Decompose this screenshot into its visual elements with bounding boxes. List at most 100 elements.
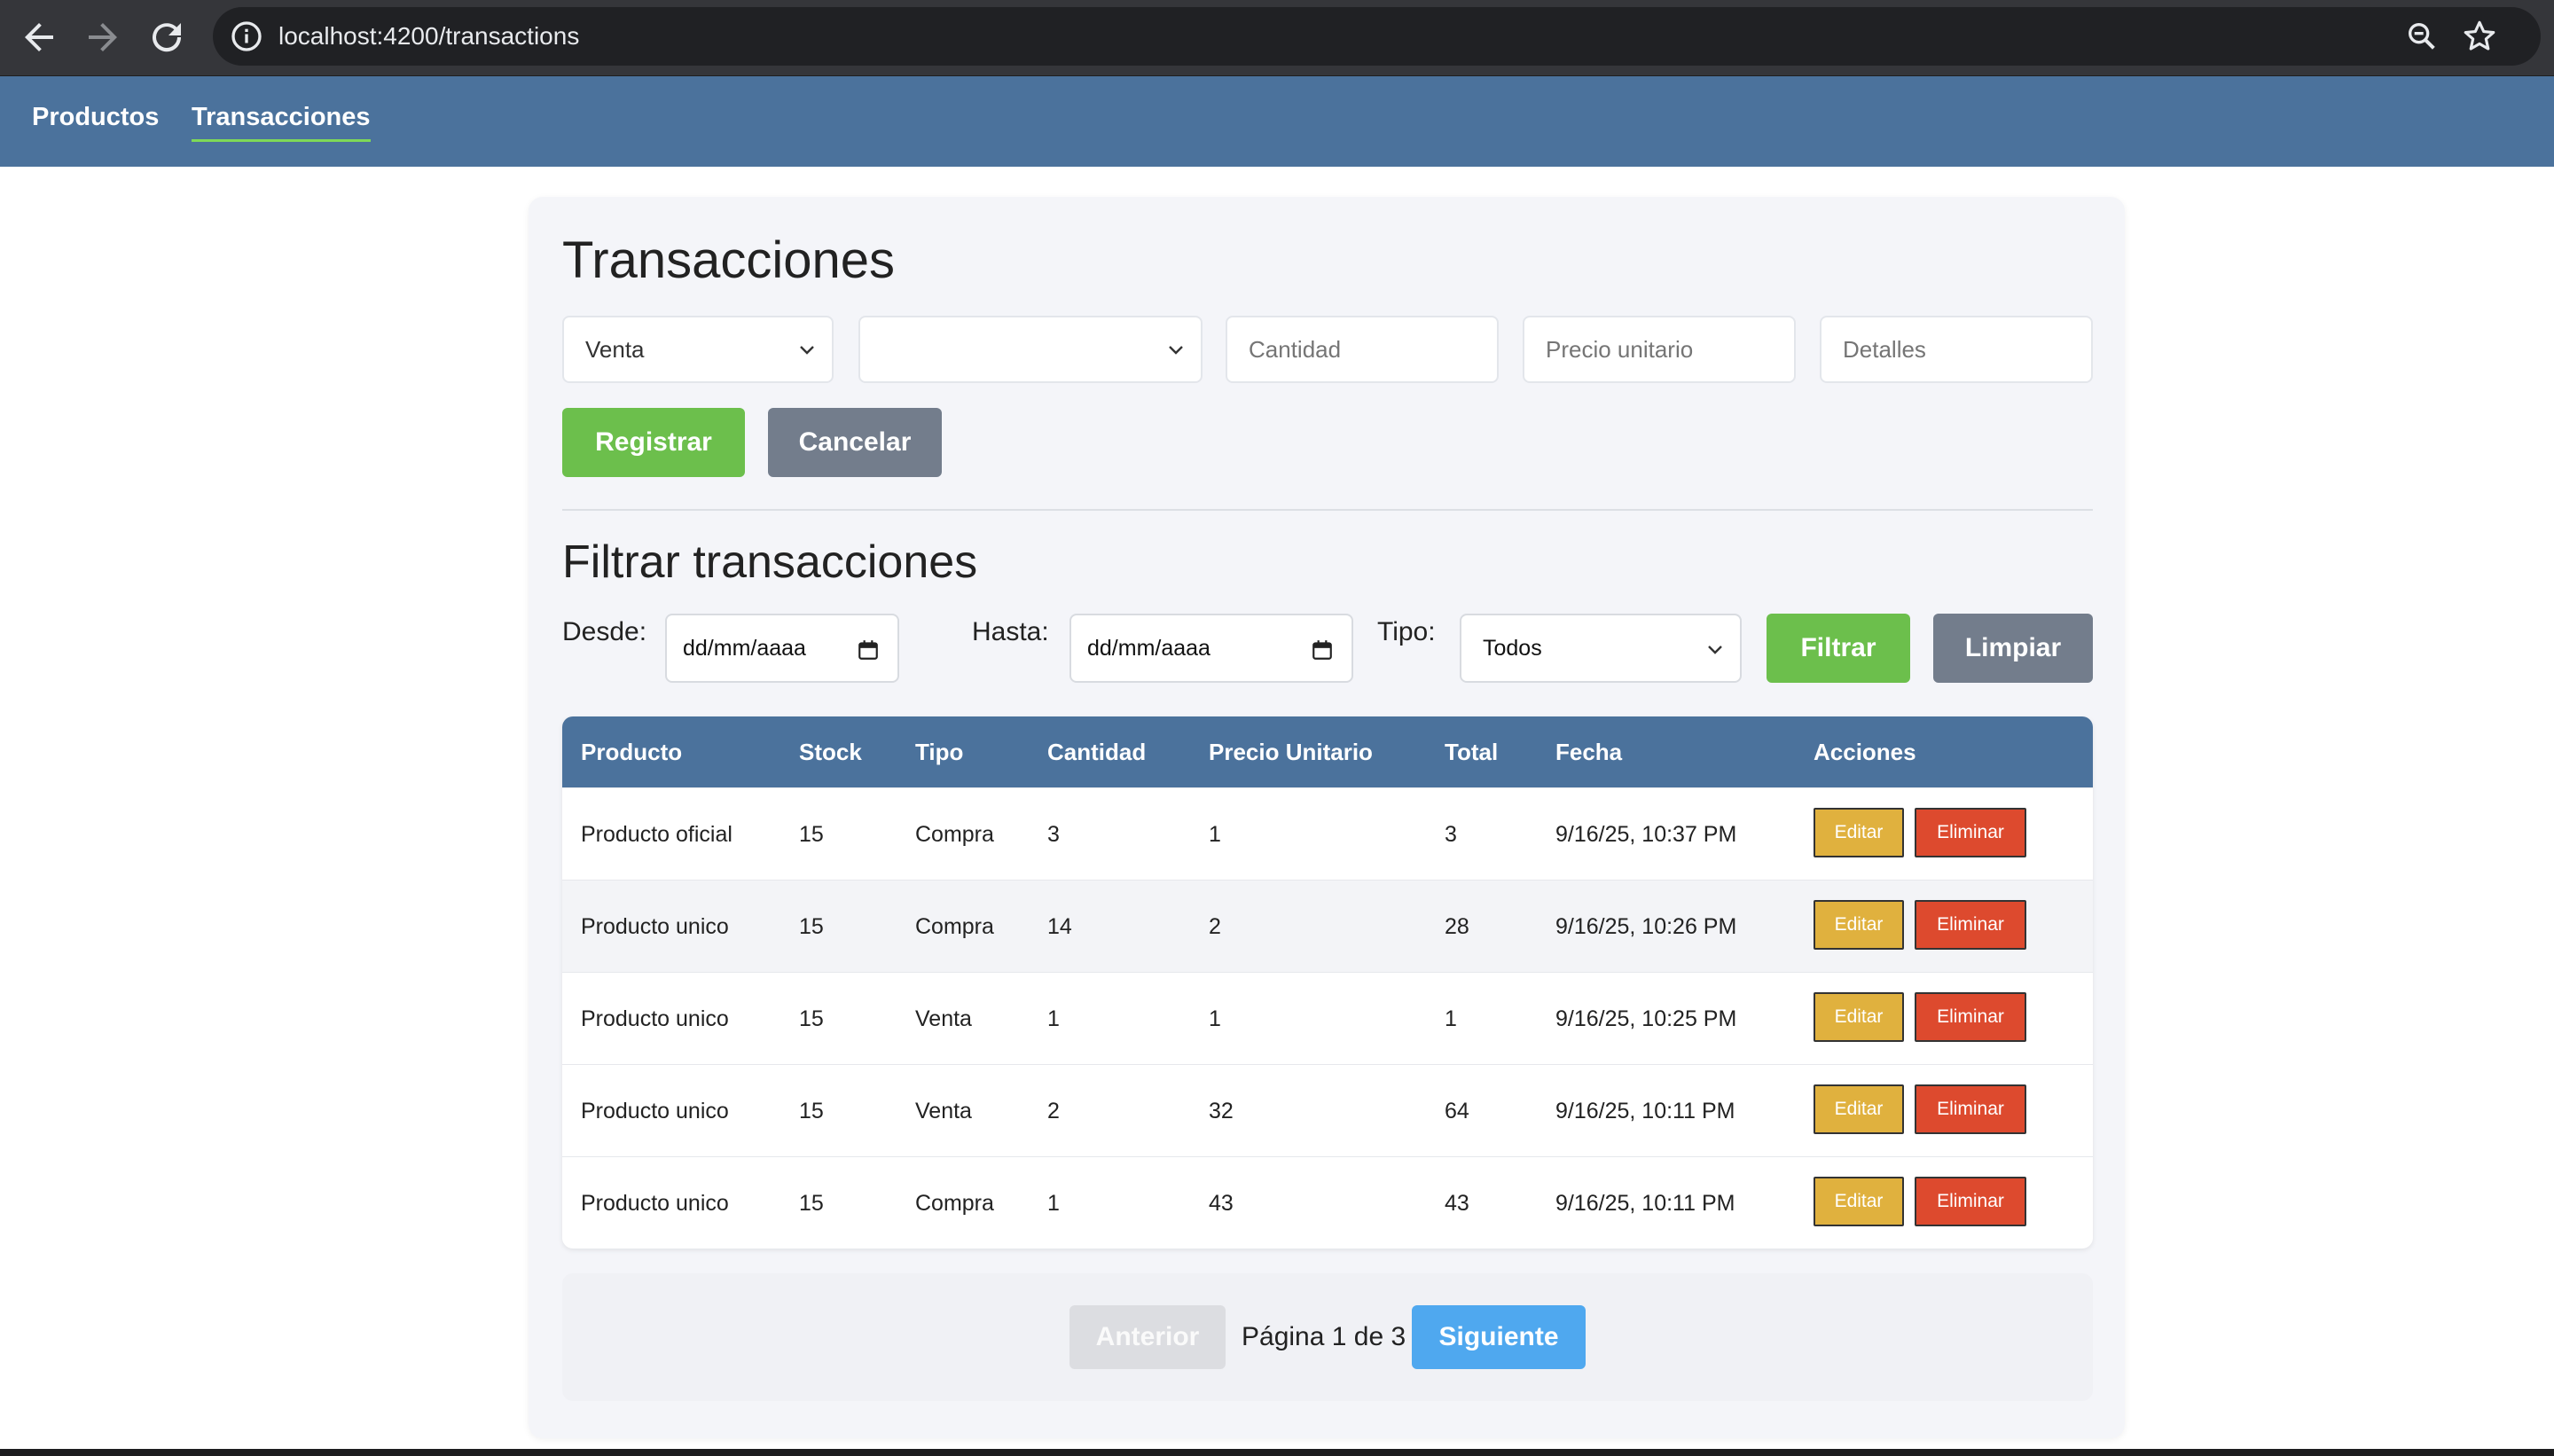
chevron-down-icon (800, 346, 814, 355)
window-bottom-edge (0, 1449, 2554, 1456)
table-row: Producto unico 15 Compra 14 2 28 9/16/25… (562, 880, 2093, 972)
transactions-table: Producto Stock Tipo Cantidad Precio Unit… (562, 716, 2093, 1249)
edit-button[interactable]: Editar (1814, 1177, 1904, 1226)
precio-unitario-input[interactable]: Precio unitario (1523, 316, 1796, 383)
header-cantidad: Cantidad (1047, 739, 1147, 765)
cell-producto: Producto unico (581, 1006, 729, 1031)
cell-fecha: 9/16/25, 10:25 PM (1555, 1006, 1737, 1031)
url-text[interactable]: localhost:4200/transactions (278, 7, 579, 66)
cantidad-input[interactable]: Cantidad (1226, 316, 1499, 383)
cell-precio: 1 (1209, 822, 1221, 847)
tipo-select-value: Venta (585, 336, 645, 363)
cell-total: 3 (1445, 822, 1457, 847)
cell-cantidad: 14 (1047, 914, 1072, 939)
cell-stock: 15 (799, 914, 824, 939)
table-row: Producto unico 15 Venta 2 32 64 9/16/25,… (562, 1064, 2093, 1156)
delete-button[interactable]: Eliminar (1915, 1084, 2026, 1134)
table-row: Producto unico 15 Compra 1 43 43 9/16/25… (562, 1156, 2093, 1249)
address-bar[interactable]: localhost:4200/transactions (213, 7, 2541, 66)
siguiente-button[interactable]: Siguiente (1412, 1305, 1586, 1369)
reload-icon (153, 23, 182, 52)
pagination: Anterior Página 1 de 3 Siguiente (562, 1273, 2093, 1401)
cell-tipo: Venta (915, 1099, 972, 1123)
table-row: Producto unico 15 Venta 1 1 1 9/16/25, 1… (562, 972, 2093, 1064)
cell-stock: 15 (799, 1099, 824, 1123)
producto-select[interactable] (858, 316, 1203, 383)
chevron-down-icon (1708, 646, 1722, 654)
header-fecha: Fecha (1555, 739, 1623, 765)
cell-fecha: 9/16/25, 10:37 PM (1555, 822, 1737, 847)
edit-button[interactable]: Editar (1814, 1084, 1904, 1134)
header-total: Total (1445, 739, 1499, 765)
cell-total: 43 (1445, 1191, 1469, 1216)
zoom-icon[interactable] (2404, 19, 2440, 54)
nav-transacciones[interactable]: Transacciones (192, 103, 371, 142)
desde-label: Desde: (562, 617, 647, 646)
cell-cantidad: 1 (1047, 1191, 1060, 1216)
limpiar-button[interactable]: Limpiar (1933, 614, 2093, 683)
registrar-button[interactable]: Registrar (562, 408, 745, 477)
edit-button[interactable]: Editar (1814, 900, 1904, 950)
desde-date-input[interactable]: dd/mm/aaaa (665, 614, 899, 683)
edit-button[interactable]: Editar (1814, 808, 1904, 857)
filtrar-button[interactable]: Filtrar (1767, 614, 1910, 683)
browser-toolbar: localhost:4200/transactions (0, 0, 2554, 76)
hasta-label: Hasta: (972, 617, 1049, 646)
chevron-down-icon (1169, 346, 1183, 355)
delete-button[interactable]: Eliminar (1915, 992, 2026, 1042)
reload-button[interactable] (145, 16, 188, 59)
cell-producto: Producto unico (581, 1099, 729, 1123)
table-row: Producto oficial 15 Compra 3 1 3 9/16/25… (562, 787, 2093, 880)
cell-producto: Producto unico (581, 1191, 729, 1216)
cell-total: 28 (1445, 914, 1469, 939)
cell-stock: 15 (799, 1006, 824, 1031)
header-tipo: Tipo (915, 739, 964, 765)
cell-tipo: Compra (915, 1191, 994, 1216)
detalles-input[interactable]: Detalles (1820, 316, 2093, 383)
cell-precio: 2 (1209, 914, 1221, 939)
tipo-select[interactable]: Venta (562, 316, 834, 383)
cell-cantidad: 2 (1047, 1099, 1060, 1123)
bookmark-star-icon[interactable] (2461, 18, 2498, 55)
page-title: Transacciones (562, 231, 896, 289)
cancelar-button[interactable]: Cancelar (768, 408, 942, 477)
cell-producto: Producto unico (581, 914, 729, 939)
cell-cantidad: 1 (1047, 1006, 1060, 1031)
tipo-filter-value: Todos (1483, 636, 1542, 661)
site-info-icon[interactable] (229, 19, 264, 54)
cell-precio: 43 (1209, 1191, 1234, 1216)
forward-button[interactable] (82, 16, 124, 59)
anterior-button[interactable]: Anterior (1069, 1305, 1226, 1369)
hasta-date-input[interactable]: dd/mm/aaaa (1069, 614, 1353, 683)
delete-button[interactable]: Eliminar (1915, 1177, 2026, 1226)
arrow-left-icon (25, 23, 53, 51)
calendar-icon[interactable] (857, 638, 880, 661)
header-acciones: Acciones (1814, 739, 1916, 765)
cell-tipo: Compra (915, 822, 994, 847)
delete-button[interactable]: Eliminar (1915, 808, 2026, 857)
delete-button[interactable]: Eliminar (1915, 900, 2026, 950)
desde-date-value: dd/mm/aaaa (683, 636, 806, 661)
cell-stock: 15 (799, 822, 824, 847)
tipo-filter-select[interactable]: Todos (1460, 614, 1742, 683)
cell-tipo: Compra (915, 914, 994, 939)
calendar-icon[interactable] (1311, 638, 1334, 661)
back-button[interactable] (18, 16, 60, 59)
cell-tipo: Venta (915, 1006, 972, 1031)
page-info: Página 1 de 3 (1242, 1322, 1406, 1351)
nav-productos[interactable]: Productos (32, 103, 159, 139)
cell-cantidad: 3 (1047, 822, 1060, 847)
cell-fecha: 9/16/25, 10:11 PM (1555, 1099, 1735, 1123)
table-header: Producto Stock Tipo Cantidad Precio Unit… (562, 716, 2093, 787)
cell-fecha: 9/16/25, 10:26 PM (1555, 914, 1737, 939)
header-stock: Stock (799, 739, 862, 765)
divider (562, 509, 2093, 511)
cell-total: 1 (1445, 1006, 1457, 1031)
header-precio-unitario: Precio Unitario (1209, 739, 1373, 765)
edit-button[interactable]: Editar (1814, 992, 1904, 1042)
header-producto: Producto (581, 739, 683, 765)
filter-title: Filtrar transacciones (562, 536, 978, 588)
hasta-date-value: dd/mm/aaaa (1087, 636, 1210, 661)
cell-total: 64 (1445, 1099, 1469, 1123)
app-navbar: Productos Transacciones (0, 76, 2554, 167)
